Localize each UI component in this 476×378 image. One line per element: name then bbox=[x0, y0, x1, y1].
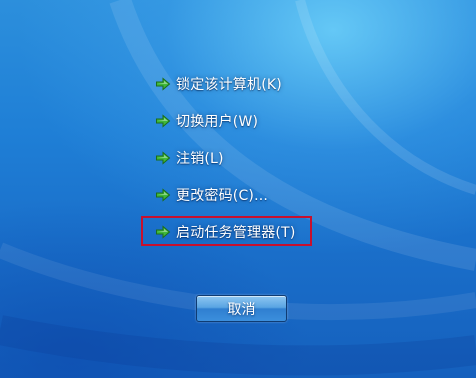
menu-item-label: 切换用户(W) bbox=[176, 114, 259, 130]
menu-item-label: 注销(L) bbox=[176, 151, 224, 167]
cancel-button[interactable]: 取消 bbox=[196, 295, 287, 322]
switch-user-option[interactable]: 切换用户(W) bbox=[155, 109, 258, 133]
menu-item-label: 锁定该计算机(K) bbox=[176, 77, 282, 93]
change-password-option[interactable]: 更改密码(C)... bbox=[155, 183, 268, 207]
green-arrow-icon bbox=[156, 151, 171, 165]
green-arrow-icon bbox=[156, 188, 171, 202]
lock-computer-option[interactable]: 锁定该计算机(K) bbox=[155, 72, 282, 96]
menu-item-label: 更改密码(C)... bbox=[176, 188, 269, 204]
green-arrow-icon bbox=[156, 77, 171, 91]
highlight-box bbox=[141, 216, 312, 246]
secure-desktop-screen: 锁定该计算机(K) 切换用户(W) 注销(L) 更改密码(C)... 启动任务管… bbox=[0, 0, 476, 378]
green-arrow-icon bbox=[156, 114, 171, 128]
log-off-option[interactable]: 注销(L) bbox=[155, 146, 224, 170]
